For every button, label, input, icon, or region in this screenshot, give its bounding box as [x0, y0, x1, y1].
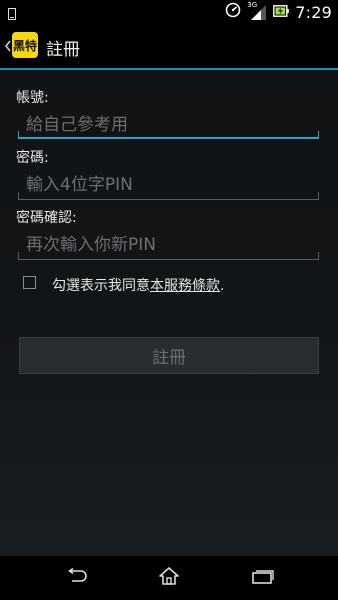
nav-recent-apps-button[interactable]	[233, 556, 293, 600]
password-input-underline	[18, 192, 319, 200]
password-label: 密碼:	[16, 150, 49, 166]
navigation-bar	[0, 556, 338, 600]
app-logo-text: 黑特	[13, 38, 37, 53]
home-icon	[158, 566, 180, 590]
recent-apps-icon	[252, 568, 274, 588]
confirm-password-label: 密碼確認:	[16, 210, 77, 226]
account-input-underline	[18, 131, 319, 139]
app-logo-icon[interactable]: 黑特	[12, 32, 38, 58]
battery-charging-icon	[273, 3, 290, 22]
terms-suffix: .	[220, 278, 225, 294]
terms-checkbox[interactable]	[23, 276, 36, 289]
network-type-label: 3G	[247, 1, 258, 9]
status-bar: 3G 7:29	[0, 0, 338, 24]
terms-link[interactable]: 本服務條款	[150, 278, 220, 294]
clock: 7:29	[295, 2, 332, 22]
nav-back-button[interactable]	[46, 556, 106, 600]
notification-icon	[8, 5, 16, 20]
confirm-password-input-underline	[18, 252, 319, 260]
speedometer-icon	[225, 2, 241, 22]
register-button[interactable]: 註冊	[19, 337, 319, 374]
back-icon	[64, 567, 88, 588]
signal-icon: 3G	[247, 1, 267, 21]
terms-text: 勾選表示我同意本服務條款.	[52, 275, 224, 295]
register-screen: 3G 7:29 黑特 註冊 帳號: 密碼: 密碼確認: 勾選表示我同意本服務條	[0, 0, 338, 600]
up-chevron-icon[interactable]	[4, 38, 12, 52]
page-title: 註冊	[46, 40, 80, 60]
nav-home-button[interactable]	[139, 556, 199, 600]
status-icons: 3G 7:29	[225, 1, 332, 22]
account-label: 帳號:	[16, 90, 49, 106]
terms-prefix: 勾選表示我同意	[52, 278, 150, 294]
